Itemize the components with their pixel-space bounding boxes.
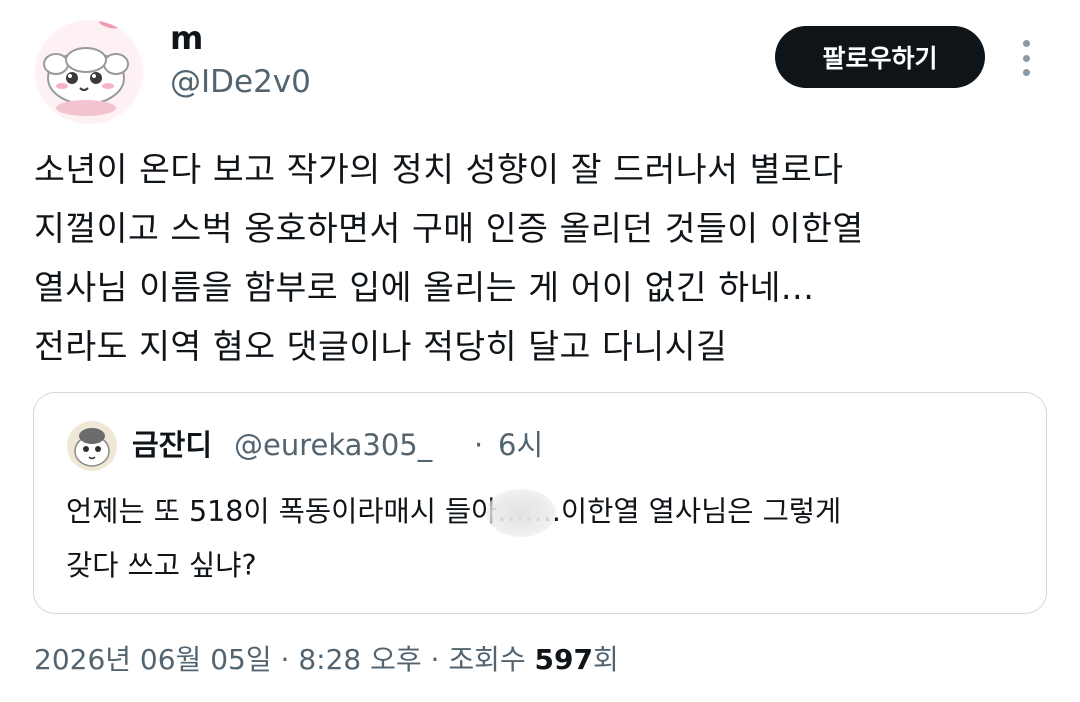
avatar-cartoon-icon <box>37 20 141 124</box>
quoted-author-avatar[interactable] <box>67 421 117 471</box>
blurred-text-overlay <box>486 489 556 537</box>
tweet-line: 소년이 온다 보고 작가의 정치 성향이 잘 드러나서 별로다 <box>34 150 844 189</box>
quoted-tweet-card[interactable]: 금잔디 @eureka305_ · 6시 언제는 또 518이 폭동이라매시 들… <box>33 392 1047 614</box>
more-dot <box>1022 40 1030 47</box>
tweet-text: 소년이 온다 보고 작가의 정치 성향이 잘 드러나서 별로다 지껄이고 스벅 … <box>34 140 1044 376</box>
meta-separator: · <box>430 643 440 676</box>
views-suffix: 회 <box>593 643 619 676</box>
meta-separator: · <box>280 643 290 676</box>
quoted-line: 갖다 쓰고 싶냐? <box>66 549 257 582</box>
tweet-line: 전라도 지역 혐오 댓글이나 적당히 달고 다니시길 <box>34 327 728 366</box>
tweet-meta: 2026년 06월 05일 · 8:28 오후 · 조회수 597회 <box>34 636 619 684</box>
more-dot <box>1022 69 1030 76</box>
avatar-animal-icon <box>67 421 117 471</box>
follow-button[interactable]: 팔로우하기 <box>775 26 985 88</box>
quoted-timestamp[interactable]: 6시 <box>498 425 543 465</box>
quoted-separator: · <box>474 428 484 462</box>
post-time[interactable]: 8:28 오후 <box>298 643 421 676</box>
tweet-line: 지껄이고 스벅 옹호하면서 구매 인증 올리던 것들이 이한열 <box>34 209 864 248</box>
tweet-line: 열사님 이름을 함부로 입에 올리는 게 어이 없긴 하네... <box>34 268 815 307</box>
more-vertical-icon[interactable] <box>1012 38 1040 78</box>
views-label: 조회수 <box>448 643 526 676</box>
quoted-author-handle[interactable]: @eureka305_ <box>234 425 432 465</box>
more-dot <box>1022 54 1030 62</box>
author-avatar[interactable] <box>34 20 144 124</box>
quoted-author-name[interactable]: 금잔디 <box>132 425 212 465</box>
views-count: 597 <box>534 643 593 676</box>
author-handle[interactable]: @IDe2v0 <box>170 62 311 102</box>
post-date[interactable]: 2026년 06월 05일 <box>34 643 272 676</box>
author-name[interactable]: m <box>170 18 203 58</box>
